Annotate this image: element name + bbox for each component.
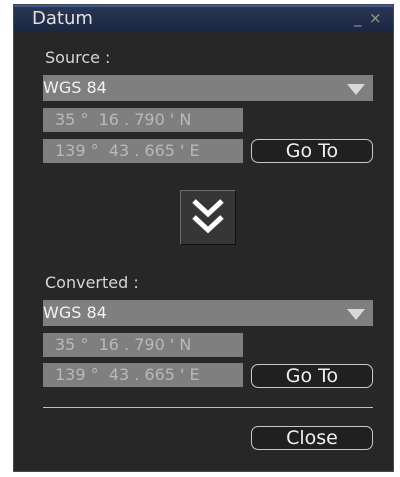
minimize-button[interactable]: _ — [354, 9, 362, 27]
source-latitude-field[interactable]: 35 ° 16 . 790 ' N — [43, 108, 243, 132]
converted-latitude-field[interactable]: 35 ° 16 . 790 ' N — [43, 333, 243, 357]
title-bar[interactable]: Datum _ × — [14, 5, 393, 31]
converted-datum-select[interactable]: WGS 84 — [43, 300, 373, 326]
source-goto-button[interactable]: Go To — [251, 139, 373, 163]
dropdown-arrow-icon — [347, 84, 365, 95]
source-label: Source : — [45, 48, 111, 67]
converted-label: Converted : — [45, 273, 139, 292]
divider — [43, 407, 373, 408]
converted-goto-button[interactable]: Go To — [251, 364, 373, 388]
datum-dialog: Datum _ × Source : WGS 84 35 ° 16 . 790 … — [13, 4, 394, 472]
source-longitude-field[interactable]: 139 ° 43 . 665 ' E — [43, 139, 243, 163]
dropdown-arrow-icon — [347, 309, 365, 320]
double-chevron-down-icon — [192, 199, 224, 234]
close-window-button[interactable]: × — [369, 9, 382, 27]
dialog-title: Datum — [32, 8, 93, 29]
convert-button[interactable] — [180, 190, 236, 245]
source-datum-select[interactable]: WGS 84 — [43, 75, 373, 101]
close-button[interactable]: Close — [251, 426, 373, 450]
converted-longitude-field[interactable]: 139 ° 43 . 665 ' E — [43, 363, 243, 387]
converted-datum-value: WGS 84 — [43, 303, 107, 322]
source-datum-value: WGS 84 — [43, 78, 107, 97]
